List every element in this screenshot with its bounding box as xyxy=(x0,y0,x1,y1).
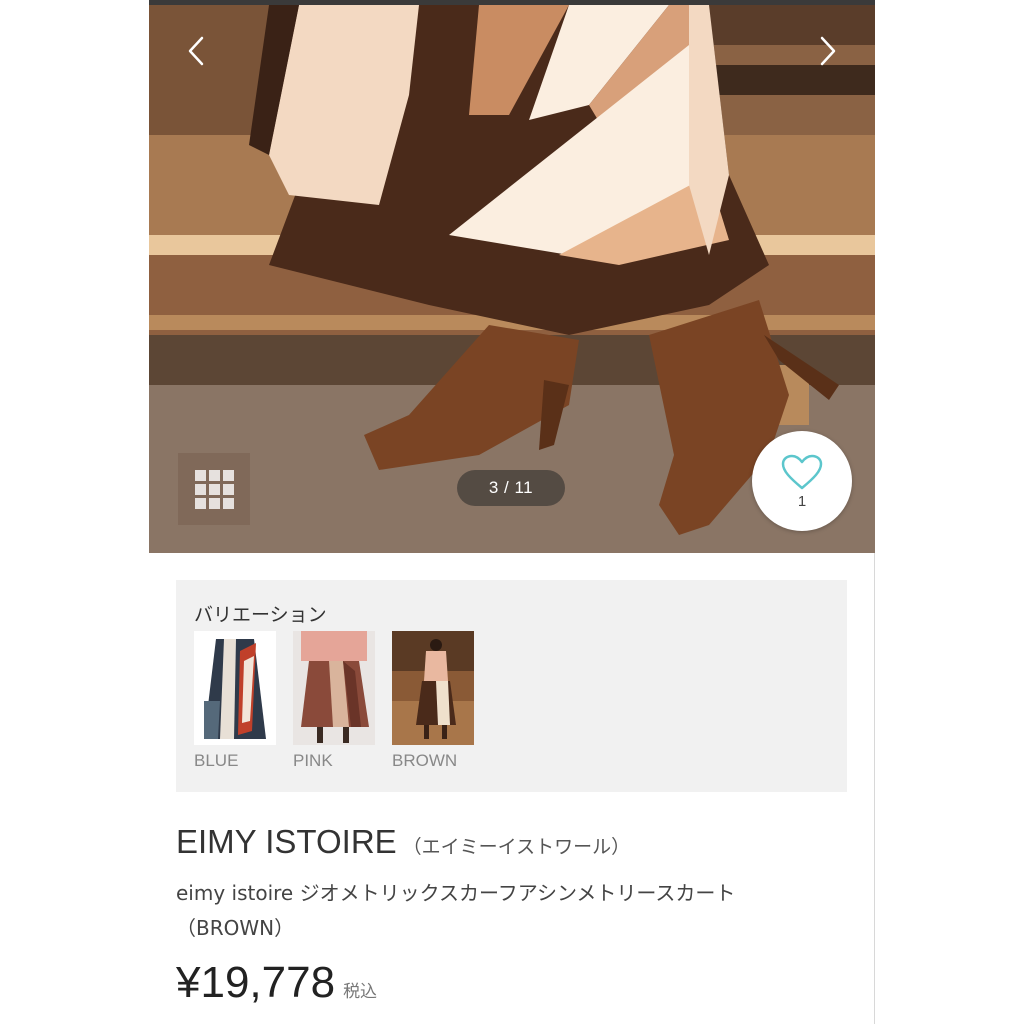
variation-item-pink[interactable]: PINK xyxy=(293,631,375,771)
variation-thumbnail xyxy=(293,631,375,745)
variation-title: バリエーション xyxy=(194,604,327,626)
brand-name-text: EIMY ISTOIRE xyxy=(176,823,397,860)
variation-label: PINK xyxy=(293,751,333,770)
price-row: ¥19,778 税込 xyxy=(176,958,377,1008)
grid-icon xyxy=(194,469,234,509)
variation-label: BLUE xyxy=(194,751,239,770)
image-counter: 3 / 11 xyxy=(457,470,565,506)
grid-view-button[interactable] xyxy=(178,453,250,525)
chevron-left-icon xyxy=(188,36,204,66)
favorite-button[interactable]: 1 xyxy=(752,431,852,531)
heart-icon xyxy=(781,454,823,489)
variation-thumbnail xyxy=(194,631,276,745)
variation-label: BROWN xyxy=(392,751,458,770)
variation-section: バリエーション BLUE PINK BROWN xyxy=(176,580,847,792)
product-page: 3 / 11 1 バリエーション BLUE PINK BROWN EIMY IS… xyxy=(149,0,875,1024)
brand-name[interactable]: EIMY ISTOIRE （エイミーイストワール） xyxy=(176,823,630,861)
product-image-gallery[interactable]: 3 / 11 1 xyxy=(149,5,875,553)
next-image-button[interactable] xyxy=(810,29,846,73)
prev-image-button[interactable] xyxy=(178,29,214,73)
variation-item-brown[interactable]: BROWN xyxy=(392,631,474,771)
brand-name-kana: （エイミーイストワール） xyxy=(402,836,631,858)
product-price: ¥19,778 xyxy=(176,958,336,1007)
favorite-count: 1 xyxy=(797,492,807,510)
chevron-right-icon xyxy=(820,36,836,66)
tax-label: 税込 xyxy=(343,982,378,1002)
variation-item-blue[interactable]: BLUE xyxy=(194,631,276,771)
variation-thumbnail xyxy=(392,631,474,745)
product-title: eimy istoire ジオメトリックスカーフアシンメトリースカート（BROW… xyxy=(176,881,736,940)
